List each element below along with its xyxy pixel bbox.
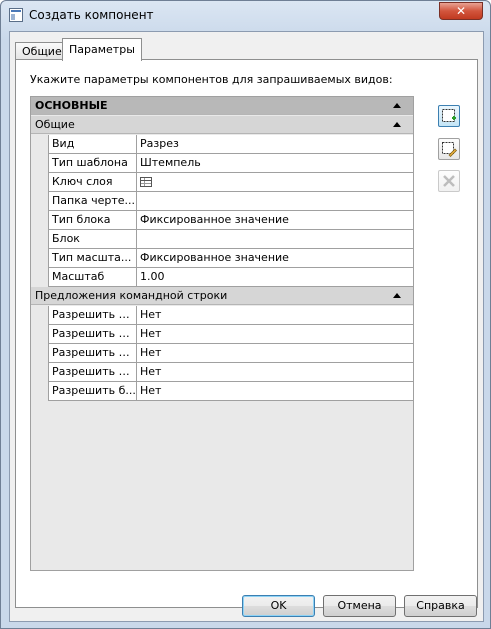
property-value[interactable]: Нет xyxy=(136,382,413,401)
tab-parameters[interactable]: Параметры xyxy=(62,38,142,61)
property-name: Разрешить р... xyxy=(48,344,136,363)
property-row[interactable]: Папка черте... xyxy=(48,192,413,211)
window-title: Создать компонент xyxy=(29,8,154,22)
instruction-text: Укажите параметры компонентов для запраш… xyxy=(30,73,393,86)
property-value[interactable]: Нет xyxy=(136,306,413,325)
category-main[interactable]: ОСНОВНЫЕ xyxy=(31,97,413,115)
parameters-panel: Укажите параметры компонентов для запраш… xyxy=(15,59,478,608)
add-component-button[interactable] xyxy=(438,105,460,127)
property-name: Масштаб xyxy=(48,268,136,287)
edit-component-button[interactable] xyxy=(438,138,460,160)
property-row[interactable]: Ключ слоя xyxy=(48,173,413,192)
category-general[interactable]: Общие xyxy=(31,116,413,134)
property-row[interactable]: Тип масшта... Фиксированное значение xyxy=(48,249,413,268)
category-main-label: ОСНОВНЫЕ xyxy=(35,99,108,112)
delete-component-button[interactable] xyxy=(438,170,460,192)
property-name: Тип блока xyxy=(48,211,136,230)
dialog-client-area: Общие Параметры Укажите параметры компон… xyxy=(9,31,484,622)
delete-component-icon xyxy=(443,175,455,187)
category-command-line-label: Предложения командной строки xyxy=(35,289,228,302)
property-value[interactable] xyxy=(136,230,413,249)
ok-button[interactable]: OK xyxy=(242,595,315,617)
property-row[interactable]: Блок xyxy=(48,230,413,249)
property-name: Разрешить п... xyxy=(48,325,136,344)
collapse-arrow-icon[interactable] xyxy=(393,293,401,298)
property-name: Ключ слоя xyxy=(48,173,136,192)
property-value[interactable]: Штемпель xyxy=(136,154,413,173)
property-value[interactable]: 1.00 xyxy=(136,268,413,287)
category-general-label: Общие xyxy=(35,118,75,131)
property-value[interactable]: Нет xyxy=(136,344,413,363)
property-value[interactable]: Разрез xyxy=(136,135,413,154)
help-button[interactable]: Справка xyxy=(404,595,477,617)
property-name: Папка черте... xyxy=(48,192,136,211)
dialog-window: Создать компонент ✕ Общие Параметры Укаж… xyxy=(0,0,491,629)
property-row[interactable]: Разрешить б... Нет xyxy=(48,382,413,401)
app-icon xyxy=(9,8,23,22)
property-value[interactable] xyxy=(136,173,413,192)
property-name: Вид xyxy=(48,135,136,154)
tab-general[interactable]: Общие xyxy=(15,42,69,60)
table-icon[interactable] xyxy=(140,177,152,187)
property-row[interactable]: Вид Разрез xyxy=(48,135,413,154)
property-name: Тип масшта... xyxy=(48,249,136,268)
property-value[interactable]: Нет xyxy=(136,325,413,344)
property-row[interactable]: Разрешить р... Нет xyxy=(48,344,413,363)
property-row[interactable]: Тип блока Фиксированное значение xyxy=(48,211,413,230)
property-value[interactable]: Фиксированное значение xyxy=(136,249,413,268)
property-name: Разрешить р... xyxy=(48,363,136,382)
property-grid: ОСНОВНЫЕ Общие Вид Разрез Тип шаблона Шт… xyxy=(30,96,414,571)
property-value[interactable]: Фиксированное значение xyxy=(136,211,413,230)
property-name: Разрешить б... xyxy=(48,382,136,401)
close-button[interactable]: ✕ xyxy=(439,2,483,20)
category-command-line[interactable]: Предложения командной строки xyxy=(31,287,413,305)
property-row[interactable]: Разрешить п... Нет xyxy=(48,325,413,344)
title-bar[interactable]: Создать компонент ✕ xyxy=(1,1,490,31)
edit-component-icon xyxy=(442,142,457,157)
collapse-arrow-icon[interactable] xyxy=(393,122,401,127)
collapse-arrow-icon[interactable] xyxy=(393,103,401,108)
property-name: Тип шаблона xyxy=(48,154,136,173)
property-name: Блок xyxy=(48,230,136,249)
cancel-button[interactable]: Отмена xyxy=(323,595,396,617)
add-component-icon xyxy=(442,109,456,122)
property-value[interactable] xyxy=(136,192,413,211)
property-row[interactable]: Разрешить м... Нет xyxy=(48,306,413,325)
property-value[interactable]: Нет xyxy=(136,363,413,382)
property-name: Разрешить м... xyxy=(48,306,136,325)
property-row[interactable]: Разрешить р... Нет xyxy=(48,363,413,382)
property-row[interactable]: Тип шаблона Штемпель xyxy=(48,154,413,173)
property-row[interactable]: Масштаб 1.00 xyxy=(48,268,413,287)
